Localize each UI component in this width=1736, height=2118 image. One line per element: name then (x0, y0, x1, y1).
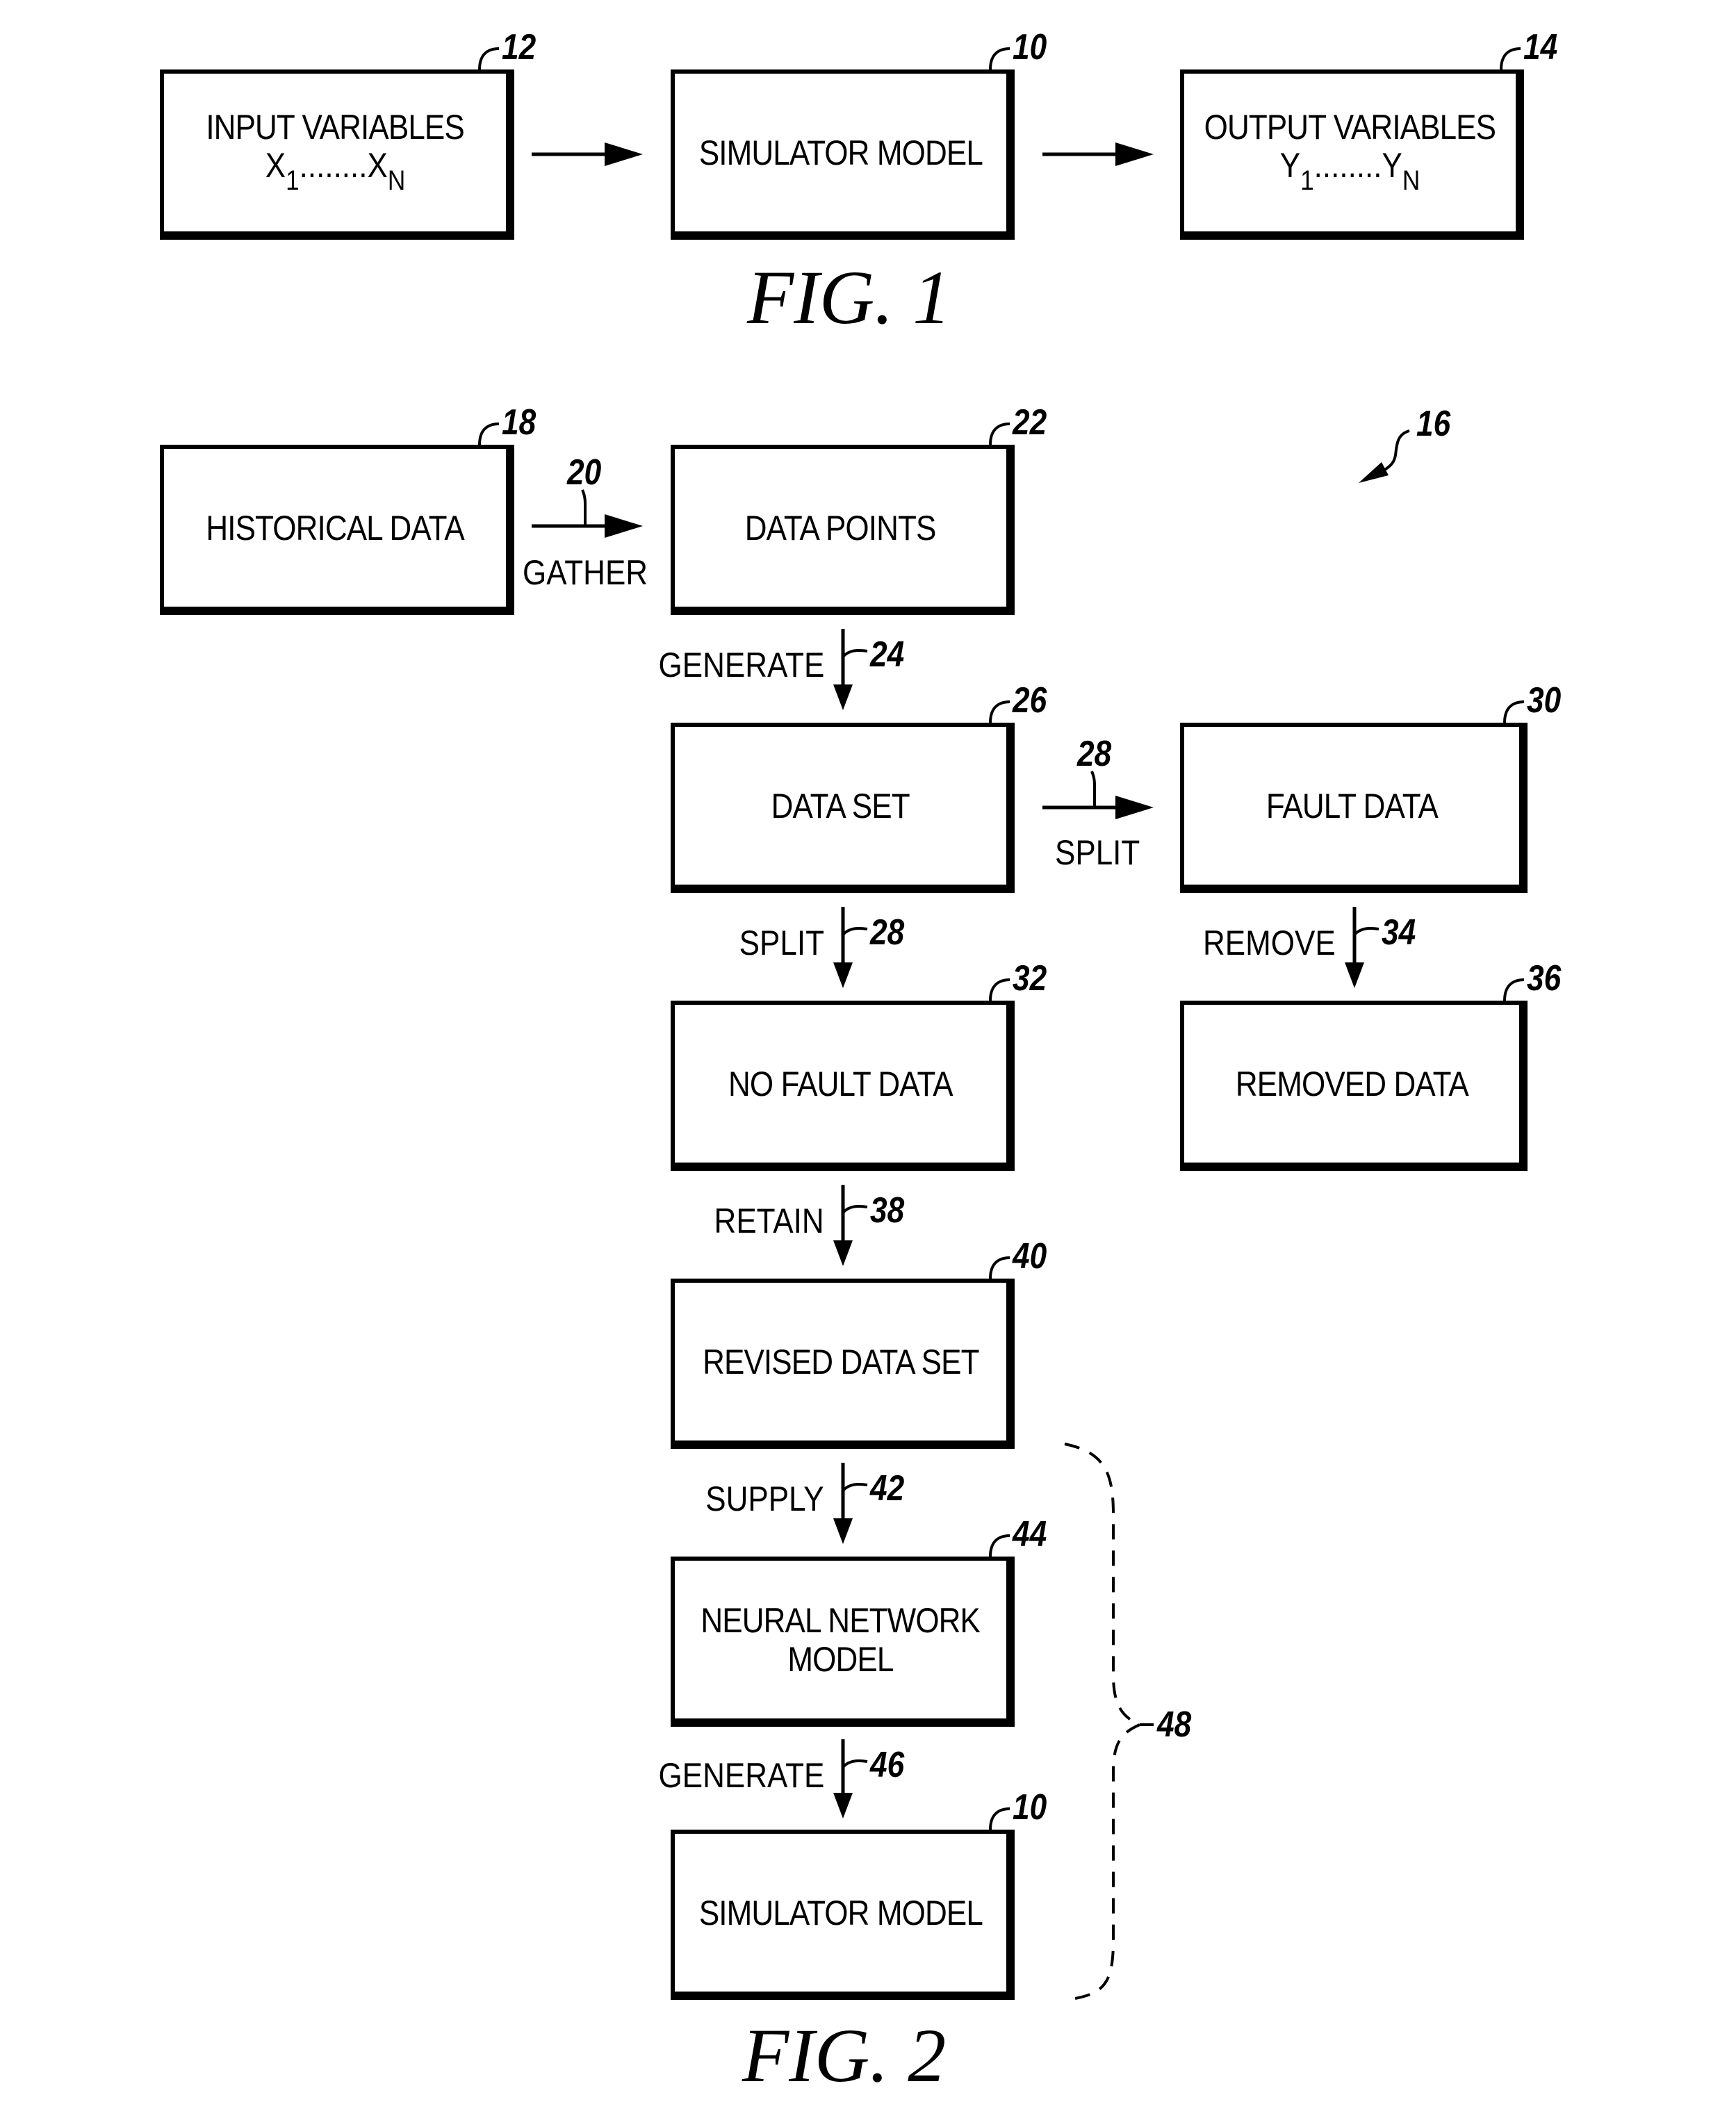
box-historical-data: HISTORICAL DATA (160, 445, 514, 615)
arrow-generate-1 (833, 629, 868, 710)
leader-12 (478, 47, 500, 70)
box-label: INPUT VARIABLES (206, 107, 464, 147)
ref-number: 14 (1523, 27, 1558, 67)
step-label: SUPPLY (705, 1479, 824, 1518)
ref-number: 40 (1013, 1236, 1047, 1276)
arrow-gather (532, 489, 643, 538)
leader-10-top (989, 47, 1010, 70)
step-label: SPLIT (1055, 833, 1140, 872)
box-label: DATA POINTS (745, 508, 937, 548)
step-label: GATHER (523, 553, 648, 592)
ref-number: 28 (1077, 734, 1112, 774)
leader-44 (989, 1534, 1010, 1557)
step-label: GENERATE (658, 1756, 824, 1795)
box-label: REMOVED DATA (1235, 1064, 1469, 1103)
ref-number: 34 (1382, 912, 1416, 953)
ref-number: 36 (1527, 958, 1562, 999)
ref-number: 26 (1013, 680, 1047, 721)
ref-number-overall: 16 (1416, 404, 1451, 444)
ref-number: 22 (1013, 402, 1047, 443)
leader-22 (989, 422, 1010, 445)
box-label: OUTPUT VARIABLES (1204, 107, 1496, 147)
box-label: NO FAULT DATA (728, 1064, 953, 1103)
box-simulator-model-fig1: SIMULATOR MODEL (671, 69, 1015, 240)
ref-number: 12 (502, 27, 537, 67)
step-label: GENERATE (658, 646, 824, 684)
leader-26 (989, 700, 1010, 723)
box-label: HISTORICAL DATA (206, 508, 464, 548)
ref-number: 10 (1013, 27, 1047, 67)
ref-number: 46 (870, 1745, 905, 1785)
box-label: DATA SET (771, 786, 910, 826)
figure-1-caption: FIG. 1 (747, 255, 951, 340)
ref-number: 44 (1013, 1514, 1047, 1554)
step-label: RETAIN (714, 1201, 824, 1240)
arrow-split-right (1042, 771, 1154, 819)
leader-14 (1500, 47, 1521, 70)
arrow-retain (833, 1185, 868, 1266)
arrow-input-to-simulator (532, 142, 643, 166)
box-removed-data: REMOVED DATA (1180, 1001, 1528, 1171)
leader-18 (478, 422, 500, 445)
leader-10-bottom (989, 1807, 1010, 1830)
ref-16-arrow (1359, 429, 1410, 483)
arrow-simulator-to-output (1042, 142, 1154, 166)
leader-30 (1503, 700, 1525, 723)
variable-range: X1........XN (265, 145, 405, 196)
ref-number: 38 (870, 1190, 905, 1231)
box-output-variables: OUTPUT VARIABLES Y1........YN (1180, 69, 1524, 240)
box-label: SIMULATOR MODEL (698, 1893, 983, 1932)
arrow-supply (833, 1463, 868, 1544)
ref-number: 42 (870, 1468, 905, 1509)
ref-number: 24 (870, 634, 905, 675)
step-label: SPLIT (739, 923, 824, 962)
arrow-generate-2 (833, 1739, 868, 1819)
box-revised-data-set: REVISED DATA SET (671, 1279, 1015, 1449)
box-simulator-model-fig2: SIMULATOR MODEL (671, 1830, 1015, 2000)
ref-number: 30 (1527, 680, 1562, 721)
ref-number: 10 (1013, 1787, 1047, 1828)
box-label: SIMULATOR MODEL (698, 133, 983, 172)
step-label: REMOVE (1203, 923, 1336, 962)
ref-number: 20 (567, 452, 602, 493)
bracket-48 (1064, 1443, 1144, 2001)
variable-range: Y1........YN (1279, 145, 1420, 196)
leader-32 (989, 978, 1010, 1001)
box-no-fault-data: NO FAULT DATA (671, 1001, 1015, 1171)
ref-number: 28 (870, 912, 905, 953)
leader-40 (989, 1256, 1010, 1279)
box-label-line2: MODEL (787, 1639, 894, 1679)
box-label: FAULT DATA (1266, 786, 1438, 826)
figure-2-caption: FIG. 2 (742, 2013, 947, 2098)
leader-36 (1503, 978, 1525, 1001)
box-label-line1: NEURAL NETWORK (701, 1600, 981, 1640)
ref-number-bracket: 48 (1157, 1705, 1192, 1745)
box-label: REVISED DATA SET (702, 1342, 979, 1381)
ref-number: 32 (1013, 958, 1047, 999)
arrow-split-down (833, 907, 868, 988)
box-neural-network-model: NEURAL NETWORK MODEL (671, 1557, 1015, 1727)
ref-number: 18 (502, 402, 537, 443)
box-data-set: DATA SET (671, 723, 1015, 893)
arrow-remove (1345, 907, 1379, 988)
box-data-points: DATA POINTS (671, 445, 1015, 615)
box-fault-data: FAULT DATA (1180, 723, 1528, 893)
box-input-variables: INPUT VARIABLES X1........XN (160, 69, 514, 240)
